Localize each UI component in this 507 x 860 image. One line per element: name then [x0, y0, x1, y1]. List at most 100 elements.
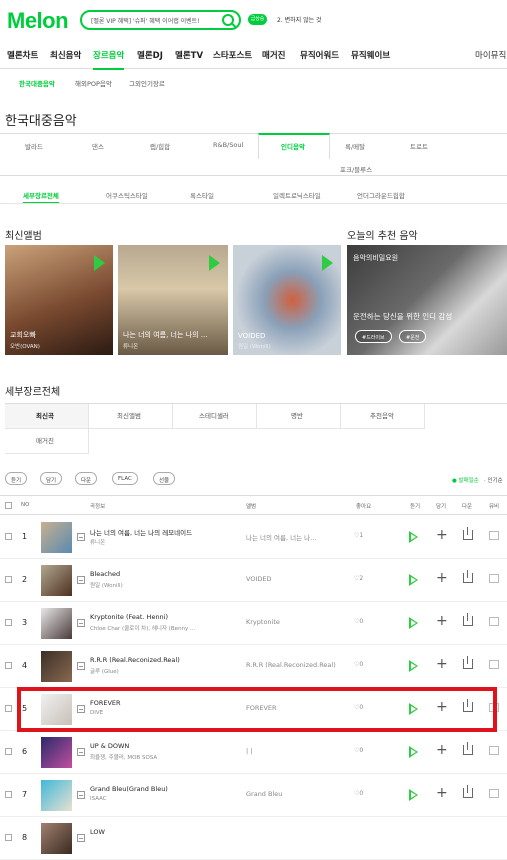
song-title[interactable]: Bleached	[90, 570, 120, 578]
song-artist[interactable]: 최율쟁, 주블러, MOB SOSA	[90, 753, 157, 761]
song-info-icon[interactable]	[77, 576, 85, 584]
like-button[interactable]: ♡0	[354, 747, 363, 754]
sort-release[interactable]: ● 발매일순	[452, 476, 479, 484]
gift-button[interactable]: 선물	[153, 472, 176, 485]
download-icon[interactable]	[463, 613, 473, 626]
flac-button[interactable]: FLAC	[112, 472, 138, 485]
search-icon[interactable]	[222, 14, 234, 26]
song-artist[interactable]: 류니온	[90, 538, 105, 546]
download-icon[interactable]	[463, 527, 473, 540]
subgenre-all[interactable]: 세부장르전체	[23, 190, 59, 203]
play-icon[interactable]	[409, 531, 418, 543]
subgenre-tab[interactable]: 어쿠스틱스타일	[106, 190, 148, 200]
nav-tv[interactable]: 멜론TV	[175, 49, 203, 61]
song-album[interactable]: | |	[246, 747, 252, 755]
search-input[interactable]: [멜론 VIP 혜택] '슈퍼' 혜택 이어랩 이벤트!	[80, 10, 241, 30]
song-title[interactable]: Kryptonite (Feat. Henni)	[90, 613, 168, 621]
song-artist[interactable]: Chloe Char (클로이 차), 헤니자 (Benny ...	[90, 624, 195, 632]
song-album[interactable]: 나는 너의 여름, 너는 나...	[246, 532, 316, 542]
filter-tab[interactable]: 명반	[291, 410, 303, 420]
genre-tab[interactable]: 댄스	[92, 141, 104, 151]
mv-icon[interactable]	[489, 574, 499, 583]
recommend-card[interactable]: 음악의비밀요원 운전하는 당신을 위한 인디 감성 #드라이브 #운전	[347, 245, 507, 355]
row-checkbox[interactable]	[5, 533, 12, 540]
download-icon[interactable]	[463, 785, 473, 798]
play-icon[interactable]	[94, 255, 105, 271]
add-button[interactable]: 담기	[40, 472, 63, 485]
genre-tab[interactable]: 트로트	[410, 141, 428, 151]
genre-tab[interactable]: 록/메탈	[345, 141, 365, 151]
mv-icon[interactable]	[489, 789, 499, 798]
download-icon[interactable]	[463, 570, 473, 583]
add-icon[interactable]: +	[436, 571, 448, 585]
play-icon[interactable]	[209, 255, 220, 271]
album-card[interactable]: 교회오빠 오반(OVAN)	[5, 245, 113, 355]
filter-tab[interactable]: 스테디셀러	[199, 410, 229, 420]
nav-new[interactable]: 최신음악	[50, 49, 81, 61]
song-album[interactable]: VOIDED	[246, 575, 271, 583]
like-button[interactable]: ♡2	[354, 575, 363, 582]
filter-tab[interactable]: 최신앨범	[117, 410, 141, 420]
row-checkbox[interactable]	[5, 791, 12, 798]
song-info-icon[interactable]	[77, 533, 85, 541]
subnav-other[interactable]: 그외인기장르	[129, 78, 165, 88]
play-icon[interactable]	[409, 660, 418, 672]
play-icon[interactable]	[322, 255, 333, 271]
add-icon[interactable]: +	[436, 743, 448, 757]
download-icon[interactable]	[463, 656, 473, 669]
filter-tab[interactable]: 추천음악	[370, 410, 394, 420]
trend-text[interactable]: 2. 변하지 않는 것	[277, 15, 322, 24]
add-icon[interactable]: +	[436, 657, 448, 671]
listen-button[interactable]: 듣기	[5, 472, 28, 485]
like-button[interactable]: ♡0	[354, 661, 363, 668]
genre-tab[interactable]: 포크/블루스	[340, 164, 372, 174]
subnav-korean[interactable]: 한국대중음악	[19, 78, 55, 88]
song-album[interactable]: Grand Bleu	[246, 790, 282, 798]
recommend-tag[interactable]: #운전	[399, 330, 427, 343]
song-info-icon[interactable]	[77, 791, 85, 799]
album-thumbnail[interactable]	[41, 780, 72, 811]
album-thumbnail[interactable]	[41, 737, 72, 768]
like-button[interactable]: ♡1	[354, 532, 363, 539]
subgenre-tab[interactable]: 일렉트로닉스타일	[273, 190, 321, 200]
song-artist[interactable]: ISAAC	[90, 796, 107, 802]
album-thumbnail[interactable]	[41, 608, 72, 639]
genre-tab-indie[interactable]: 인디음악	[281, 141, 305, 151]
album-thumbnail[interactable]	[41, 823, 72, 854]
select-all-checkbox[interactable]	[5, 502, 12, 509]
album-thumbnail[interactable]	[41, 522, 72, 553]
mv-icon[interactable]	[489, 531, 499, 540]
album-card[interactable]: 나는 너의 여름, 너는 나의 ... 류니온	[118, 245, 228, 355]
genre-tab[interactable]: R&B/Soul	[213, 141, 243, 149]
album-thumbnail[interactable]	[41, 565, 72, 596]
download-icon[interactable]	[463, 742, 473, 755]
album-thumbnail[interactable]	[41, 651, 72, 682]
add-icon[interactable]: +	[436, 786, 448, 800]
row-checkbox[interactable]	[5, 662, 12, 669]
subgenre-tab[interactable]: 록스타일	[190, 190, 214, 200]
play-icon[interactable]	[409, 746, 418, 758]
song-info-icon[interactable]	[77, 619, 85, 627]
mv-icon[interactable]	[489, 660, 499, 669]
song-title[interactable]: R.R.R (Real.Reconized.Real)	[90, 656, 180, 664]
song-info-icon[interactable]	[77, 662, 85, 670]
genre-tab[interactable]: 발라드	[25, 141, 43, 151]
download-button[interactable]: 다운	[75, 472, 98, 485]
nav-genre[interactable]: 장르음악	[93, 49, 125, 70]
nav-wave[interactable]: 뮤직웨이브	[351, 49, 390, 61]
sort-popular[interactable]: · 인기순	[484, 476, 503, 484]
album-card[interactable]: VOIDED 원일 (Wonill)	[233, 245, 341, 355]
song-title[interactable]: LOW	[90, 828, 105, 836]
mv-icon[interactable]	[489, 746, 499, 755]
add-icon[interactable]: +	[436, 528, 448, 542]
recommend-tag[interactable]: #드라이브	[355, 330, 392, 343]
song-title[interactable]: Grand Bleu(Grand Bleu)	[90, 785, 168, 793]
row-checkbox[interactable]	[5, 619, 12, 626]
song-info-icon[interactable]	[77, 834, 85, 842]
song-artist[interactable]: 글루 (Glue)	[90, 667, 119, 675]
genre-tab[interactable]: 랩/힙합	[150, 141, 170, 151]
nav-mymusic[interactable]: 마이뮤직	[475, 49, 506, 61]
song-title[interactable]: 나는 너의 여름, 너는 나의 레모네이드	[90, 527, 192, 537]
filter-tab[interactable]: 최신곡	[36, 410, 54, 420]
song-album[interactable]: R.R.R (Real.Reconized.Real)	[246, 661, 336, 669]
